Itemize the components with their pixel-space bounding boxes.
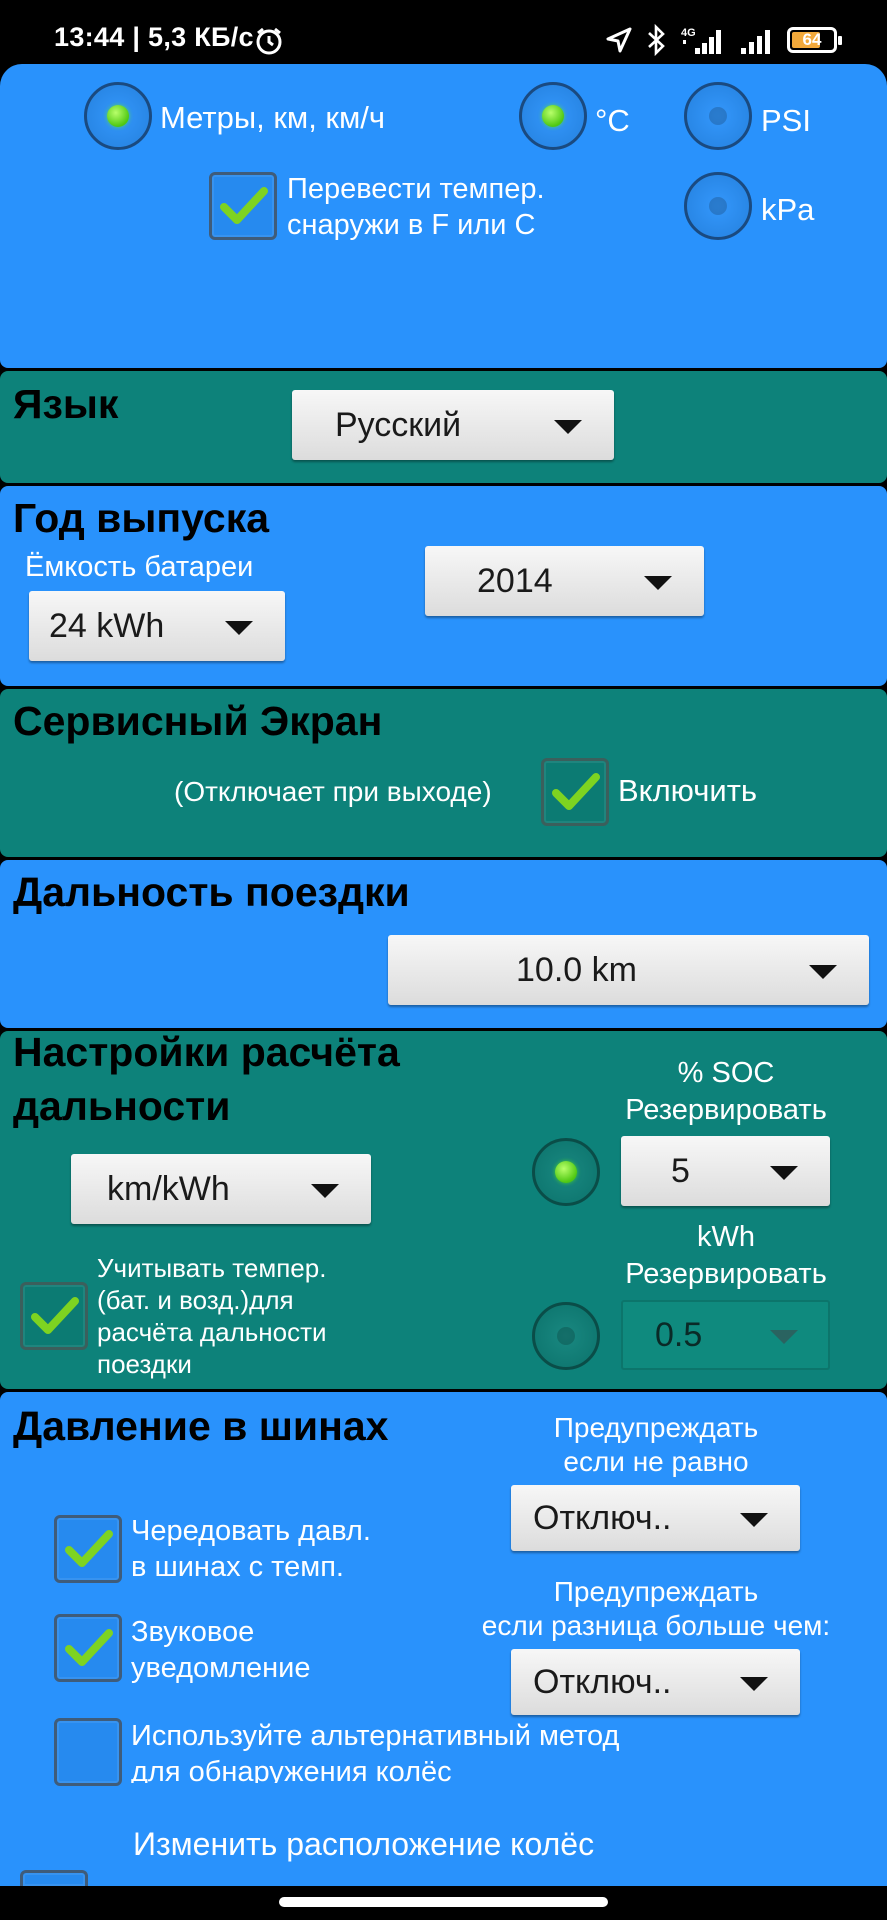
alt-wheel-method-checkbox[interactable] — [54, 1718, 122, 1786]
psi-label: PSI — [761, 103, 811, 138]
kwh-label-2: Резервировать — [625, 1258, 827, 1290]
status-bar: 13:44 | 5,3 КБ/с 4G 64 — [0, 0, 887, 70]
signal-4g-icon: 4G — [681, 27, 721, 54]
chevron-down-icon — [809, 965, 837, 979]
chevron-down-icon — [644, 576, 672, 590]
chevron-down-icon — [740, 1677, 768, 1691]
tire-pressure-title: Давление в шинах — [13, 1403, 389, 1449]
language-selected: Русский — [335, 406, 462, 444]
kwh-reserve-dropdown[interactable]: 0.5 — [621, 1300, 830, 1370]
metric-radio[interactable] — [84, 82, 152, 150]
model-year-selected: 2014 — [477, 562, 553, 600]
warn-diff-label-2: если разница больше чем: — [481, 1610, 831, 1641]
model-year-title: Год выпуска — [13, 495, 270, 541]
status-time: 13:44 | 5,3 КБ/с — [54, 22, 254, 52]
soc-reserve-dropdown[interactable]: 5 — [621, 1136, 830, 1206]
warn-diff-label-1: Предупреждать — [553, 1576, 759, 1607]
range-temp-label-1: Учитывать темпер. — [97, 1253, 327, 1283]
bluetooth-icon — [648, 24, 665, 56]
battery-level: 64 — [802, 30, 822, 49]
soc-reserve-selected: 5 — [671, 1152, 690, 1190]
kpa-radio[interactable] — [684, 172, 752, 240]
range-temp-checkbox[interactable] — [20, 1282, 88, 1350]
range-temp-label-4: поездки — [97, 1349, 192, 1379]
trip-distance-dropdown[interactable]: 10.0 km — [388, 935, 869, 1005]
chevron-down-icon — [554, 420, 582, 434]
trip-distance-title: Дальность поездки — [13, 869, 410, 915]
warn-diff-dropdown[interactable]: Отключ.. — [511, 1649, 800, 1715]
partial-checkbox[interactable] — [20, 1870, 88, 1886]
warn-diff-selected: Отключ.. — [533, 1663, 672, 1701]
alternate-pressure-label-2: в шинах с темп. — [131, 1551, 344, 1583]
warn-unequal-selected: Отключ.. — [533, 1499, 672, 1537]
change-wheel-layout-label[interactable]: Изменить расположение колёс — [133, 1827, 594, 1861]
chevron-down-icon — [770, 1330, 798, 1344]
soc-label-1: % SOC — [677, 1057, 775, 1089]
battery-capacity-dropdown[interactable]: 24 kWh — [29, 591, 285, 661]
warn-unequal-label-2: если не равно — [563, 1446, 749, 1477]
language-title: Язык — [13, 381, 119, 427]
range-unit-selected: km/kWh — [107, 1170, 230, 1208]
soc-label-2: Резервировать — [625, 1094, 827, 1126]
kwh-label-1: kWh — [697, 1221, 755, 1253]
range-temp-label-2: (бат. и возд.)для — [97, 1285, 294, 1315]
battery-capacity-label: Ёмкость батареи — [25, 551, 254, 583]
range-calc-title-1: Настройки расчёта — [13, 1029, 400, 1075]
battery-icon: 64 — [787, 27, 842, 53]
home-indicator[interactable] — [279, 1897, 608, 1907]
location-icon — [606, 27, 632, 53]
kpa-label: kPa — [761, 192, 815, 227]
service-screen-checkbox[interactable] — [541, 758, 609, 826]
psi-radio[interactable] — [684, 82, 752, 150]
kwh-reserve-radio[interactable] — [532, 1302, 600, 1370]
sound-alert-checkbox[interactable] — [54, 1614, 122, 1682]
convert-temp-label-1: Перевести темпер. — [287, 173, 545, 205]
alternate-pressure-label-1: Чередовать давл. — [131, 1515, 371, 1547]
svg-text:4G: 4G — [681, 27, 696, 39]
celsius-radio[interactable] — [519, 82, 587, 150]
soc-reserve-radio[interactable] — [532, 1138, 600, 1206]
service-screen-note: (Отключает при выходе) — [174, 776, 492, 807]
status-icons: 4G 64 — [605, 22, 842, 58]
convert-temp-label-2: снаружи в F или С — [287, 209, 536, 241]
language-dropdown[interactable]: Русский — [292, 390, 614, 460]
sound-alert-label-2: уведомление — [131, 1652, 311, 1684]
chevron-down-icon — [225, 621, 253, 635]
warn-unequal-label-1: Предупреждать — [553, 1412, 759, 1443]
alt-wheel-method-label-2: для обнаружения колёс — [131, 1756, 452, 1783]
sound-alert-label-1: Звуковое — [131, 1616, 255, 1648]
chevron-down-icon — [740, 1513, 768, 1527]
signal-icon — [741, 30, 770, 54]
chevron-down-icon — [770, 1166, 798, 1180]
range-calc-title-2: дальности — [13, 1083, 231, 1129]
trip-distance-selected: 10.0 km — [516, 951, 637, 989]
celsius-label: °C — [595, 103, 630, 138]
battery-capacity-selected: 24 kWh — [49, 607, 165, 645]
convert-temp-checkbox[interactable] — [209, 172, 277, 240]
service-screen-title: Сервисный Экран — [13, 698, 383, 744]
alarm-icon — [256, 27, 282, 55]
alt-wheel-method-label-1: Используйте альтернативный метод — [131, 1720, 620, 1752]
range-unit-dropdown[interactable]: km/kWh — [71, 1154, 371, 1224]
model-year-dropdown[interactable]: 2014 — [425, 546, 704, 616]
service-screen-enable-label: Включить — [618, 773, 758, 808]
warn-unequal-dropdown[interactable]: Отключ.. — [511, 1485, 800, 1551]
kwh-reserve-selected: 0.5 — [655, 1316, 703, 1354]
metric-label: Метры, км, км/ч — [160, 100, 386, 135]
chevron-down-icon — [311, 1184, 339, 1198]
alternate-pressure-checkbox[interactable] — [54, 1515, 122, 1583]
range-temp-label-3: расчёта дальности — [97, 1317, 327, 1347]
